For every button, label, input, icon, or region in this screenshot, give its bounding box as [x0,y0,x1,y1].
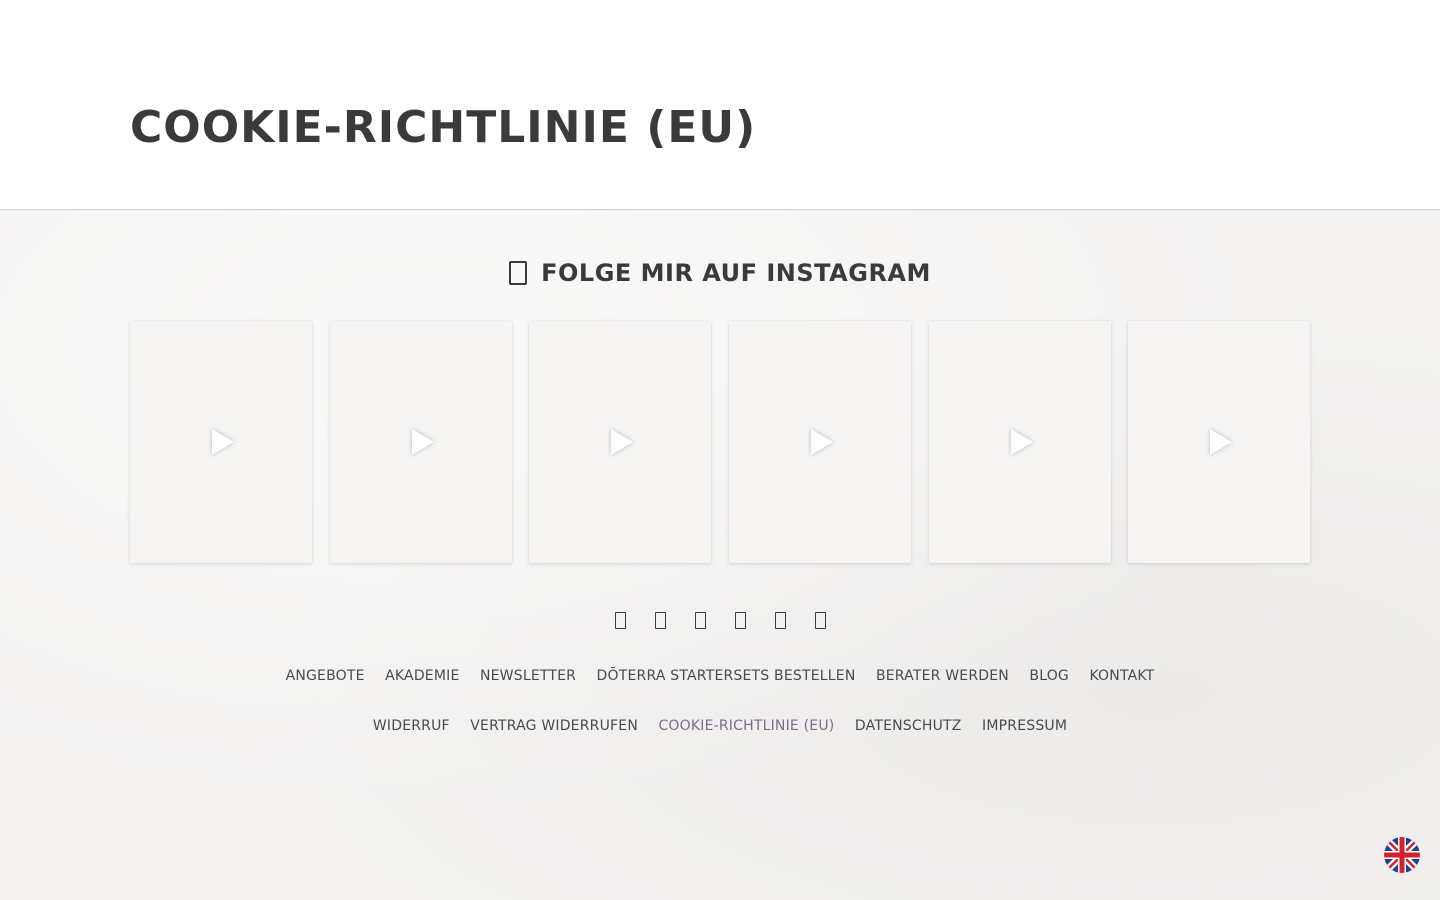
social-icon-6[interactable] [814,612,826,629]
nav-link-widerruf[interactable]: WIDERRUF [373,716,450,736]
instagram-feed [130,321,1310,563]
nav-link-newsletter[interactable]: NEWSLETTER [480,666,576,686]
nav-link-cookie-richtlinie[interactable]: COOKIE-RICHTLINIE (EU) [658,716,834,736]
social-icon-4[interactable] [734,612,746,629]
page-title: COOKIE-RICHTLINIE (EU) [130,102,757,153]
footer-nav-main: ANGEBOTE AKADEMIE NEWSLETTER DŌTERRA STA… [0,666,1440,686]
instagram-icon [509,261,528,285]
instagram-post[interactable] [1128,321,1310,563]
page-header: COOKIE-RICHTLINIE (EU) [0,0,1440,210]
uk-flag-icon [1384,837,1420,873]
play-icon [212,429,234,455]
instagram-post[interactable] [929,321,1111,563]
instagram-post[interactable] [330,321,512,563]
nav-link-akademie[interactable]: AKADEMIE [385,666,459,686]
nav-link-impressum[interactable]: IMPRESSUM [982,716,1067,736]
social-icon-2[interactable] [654,612,666,629]
nav-link-startersets[interactable]: DŌTERRA STARTERSETS BESTELLEN [597,666,856,686]
social-icon-1[interactable] [614,612,626,629]
play-icon [1210,429,1232,455]
footer: FOLGE MIR AUF INSTAGRAM ANGEBOTE AKADEMI… [0,210,1440,900]
instagram-heading: FOLGE MIR AUF INSTAGRAM [0,256,1440,290]
instagram-heading-text: FOLGE MIR AUF INSTAGRAM [541,259,931,287]
instagram-post[interactable] [130,321,312,563]
language-switcher[interactable] [1384,837,1420,873]
nav-link-vertrag-widerrufen[interactable]: VERTRAG WIDERRUFEN [470,716,638,736]
social-icon-3[interactable] [694,612,706,629]
instagram-post[interactable] [529,321,711,563]
nav-link-datenschutz[interactable]: DATENSCHUTZ [855,716,962,736]
play-icon [811,429,833,455]
play-icon [611,429,633,455]
nav-link-kontakt[interactable]: KONTAKT [1089,666,1154,686]
nav-link-angebote[interactable]: ANGEBOTE [286,666,365,686]
play-icon [412,429,434,455]
play-icon [1011,429,1033,455]
nav-link-berater-werden[interactable]: BERATER WERDEN [876,666,1009,686]
footer-nav-legal: WIDERRUF VERTRAG WIDERRUFEN COOKIE-RICHT… [0,716,1440,736]
social-links [0,610,1440,634]
social-icon-5[interactable] [774,612,786,629]
instagram-post[interactable] [729,321,911,563]
nav-link-blog[interactable]: BLOG [1029,666,1069,686]
